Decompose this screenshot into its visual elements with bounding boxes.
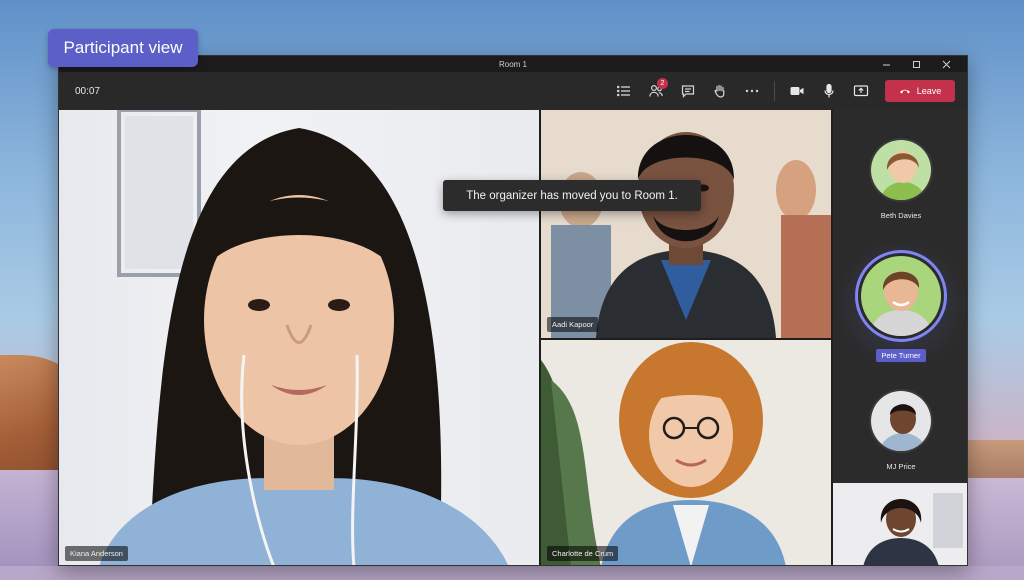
rail-item-pete[interactable]: Pete Turner (833, 250, 967, 363)
video-tile-bottom-right[interactable]: Charlotte de Crum (541, 340, 831, 565)
window-title: Room 1 (498, 59, 527, 69)
camera-icon[interactable] (781, 76, 813, 106)
participant-rail: Beth Davies Pete Turner MJ Price (833, 110, 967, 565)
microphone-icon[interactable] (813, 76, 845, 106)
self-video (833, 483, 967, 565)
participant-video-aadi (541, 110, 831, 338)
video-tile-main[interactable]: Kiana Anderson (59, 110, 539, 565)
leave-label: Leave (916, 86, 942, 96)
name-tag-main: Kiana Anderson (65, 546, 128, 561)
chat-icon[interactable] (672, 76, 704, 106)
self-video-preview[interactable] (833, 483, 967, 565)
toolbar-actions: 2 Leave (608, 72, 955, 110)
video-stage: Kiana Anderson Aadi Kapoor Charlotte de … (59, 110, 967, 565)
notification-badge: 2 (657, 78, 668, 89)
background-ground-bottom (0, 566, 1024, 580)
name-tag-bottom-right: Charlotte de Crum (547, 546, 619, 561)
window-controls (871, 56, 961, 72)
share-screen-icon[interactable] (845, 76, 877, 106)
avatar (869, 389, 933, 453)
toolbar-divider (774, 81, 775, 101)
background-ground-right (960, 478, 1024, 580)
meeting-window: Room 1 00:07 2 Leave Kiana Anderson Aadi… (58, 55, 968, 566)
minimize-icon[interactable] (871, 56, 901, 72)
meeting-toolbar: 00:07 2 Leave (59, 72, 967, 110)
meeting-timer: 00:07 (75, 85, 101, 97)
raise-hand-icon[interactable] (704, 76, 736, 106)
participants-list-icon[interactable] (608, 76, 640, 106)
rail-item-beth[interactable]: Beth Davies (833, 138, 967, 220)
participant-view-label: Participant view (48, 29, 198, 67)
video-tile-top-right[interactable]: Aadi Kapoor (541, 110, 831, 338)
avatar (869, 138, 933, 202)
rail-name-beth: Beth Davies (880, 211, 922, 220)
participant-video-kiana (99, 110, 508, 565)
participant-video-charlotte (541, 340, 831, 565)
close-icon[interactable] (931, 56, 961, 72)
rail-name-mj: MJ Price (886, 462, 916, 471)
name-tag-top-right: Aadi Kapoor (547, 317, 599, 332)
leave-button[interactable]: Leave (885, 80, 955, 102)
rail-name-pete: Pete Turner (876, 349, 926, 362)
background-dune-right (960, 440, 1024, 480)
hang-up-icon (899, 89, 910, 94)
rail-item-mj[interactable]: MJ Price (833, 389, 967, 471)
more-icon[interactable] (736, 76, 768, 106)
maximize-icon[interactable] (901, 56, 931, 72)
room-move-notification: The organizer has moved you to Room 1. (443, 180, 701, 211)
avatar (855, 250, 947, 342)
people-icon[interactable]: 2 (640, 76, 672, 106)
